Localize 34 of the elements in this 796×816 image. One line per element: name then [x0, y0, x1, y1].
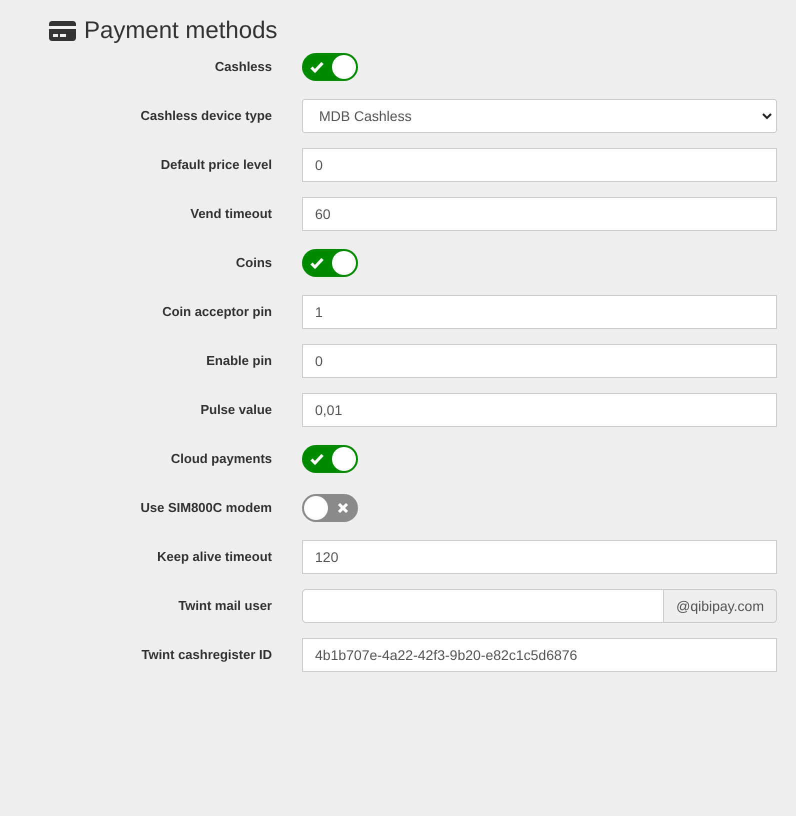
toggle-switch[interactable]	[302, 445, 358, 473]
input-field[interactable]: 60	[302, 197, 777, 231]
input-field[interactable]: 0,01	[302, 393, 777, 427]
field-label: Twint mail user	[177, 597, 272, 616]
chevron-down-icon	[762, 112, 772, 120]
input-field[interactable]: 1	[302, 295, 777, 329]
field-label: Keep alive timeout	[156, 548, 272, 566]
field-label: Coin acceptor pin	[161, 303, 272, 322]
input-field[interactable]	[302, 589, 664, 623]
input-field[interactable]: 0	[302, 148, 777, 182]
input-field[interactable]: 4b1b707e-4a22-42f3-9b20-e82c1c5d6876	[302, 638, 777, 672]
field-label: Cashless device type	[139, 107, 272, 126]
field-label: Vend timeout	[189, 205, 272, 224]
field-label: Pulse value	[199, 401, 272, 420]
check-icon	[310, 257, 324, 269]
toggle-switch[interactable]	[302, 249, 358, 277]
select-field[interactable]: MDB Cashless	[302, 99, 777, 133]
field-label: Coins	[234, 254, 272, 272]
field-label: Twint cashregister ID	[140, 646, 272, 664]
check-icon	[310, 61, 324, 73]
field-label: Use SIM800C modem	[140, 499, 272, 518]
field-label: Enable pin	[205, 352, 272, 370]
input-field[interactable]: 120	[302, 540, 777, 574]
input-addon: @qibipay.com	[664, 589, 777, 623]
input-field[interactable]: 0	[302, 344, 777, 378]
credit-card-icon	[49, 21, 76, 41]
field-label: Cloud payments	[170, 450, 272, 468]
toggle-switch[interactable]	[302, 494, 358, 522]
toggle-switch[interactable]	[302, 53, 358, 81]
x-icon	[337, 502, 349, 514]
check-icon	[310, 453, 324, 465]
field-label: Cashless	[214, 58, 272, 76]
field-label: Default price level	[160, 156, 272, 174]
section-title: Payment methods	[84, 19, 278, 43]
